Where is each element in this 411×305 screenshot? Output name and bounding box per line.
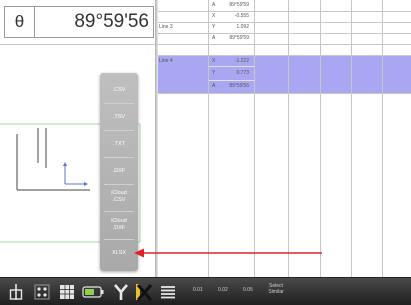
- x-arrow-head: [84, 182, 88, 186]
- list-icon[interactable]: [158, 282, 178, 302]
- menu-divider: [104, 103, 134, 104]
- angle-symbol[interactable]: θ: [5, 7, 35, 37]
- precision-option-1[interactable]: 0.01: [193, 287, 203, 293]
- row-6-axis: A: [212, 83, 216, 89]
- table-grid: [158, 0, 411, 277]
- row-0-value: 89°59'59: [229, 2, 249, 8]
- measurement-readout: θ 89°59'56: [4, 6, 154, 38]
- row-3-axis: A: [212, 35, 216, 41]
- row-6-value: 89°59'56: [229, 83, 249, 89]
- highlighted-row-band: [158, 55, 411, 93]
- measurement-table: A 89°59'59 Line 3 X -0.555 Y 1.092 A 89°…: [158, 0, 411, 277]
- row-4-label[interactable]: Line 4: [159, 56, 173, 67]
- precision-option-2[interactable]: 0.02: [218, 287, 228, 293]
- grid-points-icon[interactable]: [32, 282, 52, 302]
- row-0-axis: A: [212, 2, 216, 8]
- menu-divider: [104, 130, 134, 131]
- annotation-arrow: [134, 248, 322, 258]
- angle-value: 89°59'56: [74, 11, 149, 32]
- select-similar-label-2: Similar: [268, 289, 284, 295]
- export-tsv-option[interactable]: .TSV: [100, 114, 138, 121]
- export-txt-option[interactable]: .TXT: [100, 141, 138, 148]
- row-5-axis: Y: [212, 70, 216, 76]
- row-3-value: 89°59'59: [229, 35, 249, 41]
- export-dxf-option[interactable]: .DXF: [100, 168, 138, 175]
- row-5-value: 0.773: [236, 70, 249, 76]
- menu-divider: [104, 211, 134, 212]
- row-1-axis: X: [212, 13, 216, 19]
- row-1-label[interactable]: Line 3: [159, 22, 173, 33]
- precision-option-3[interactable]: 0.05: [243, 287, 253, 293]
- row-4-axis: X: [212, 58, 216, 64]
- x-delete-icon[interactable]: [133, 282, 155, 302]
- measure-tool-icon[interactable]: [6, 282, 26, 302]
- row-1-value: -0.555: [234, 13, 249, 19]
- battery-icon[interactable]: [81, 282, 105, 302]
- bottom-toolbar: 0.01 0.02 0.05 Select Similar: [0, 277, 411, 305]
- table-icon[interactable]: [57, 282, 77, 302]
- y-arrow-head: [63, 162, 67, 166]
- export-format-menu: .CSV .TSV .TXT .DXF iCloud .CSV iCloud .…: [100, 73, 138, 271]
- menu-divider: [104, 239, 134, 240]
- row-2-axis: Y: [212, 24, 216, 30]
- panel-separator: [0, 44, 156, 45]
- menu-divider: [104, 184, 134, 185]
- app-window: θ 89°59'56 A 89°59'59 Line 3 X -0.555 Y …: [0, 0, 411, 305]
- menu-divider: [104, 157, 134, 158]
- export-csv-option[interactable]: .CSV: [100, 87, 138, 94]
- select-similar-button[interactable]: Select Similar: [262, 283, 290, 295]
- y-axis-icon[interactable]: [111, 282, 131, 302]
- row-2-value: 1.092: [236, 24, 249, 30]
- row-4-value: -1.222: [234, 58, 249, 64]
- export-icloud-csv-option[interactable]: iCloud .CSV: [100, 190, 138, 203]
- export-icloud-dxf-option[interactable]: iCloud .DXF: [100, 218, 138, 231]
